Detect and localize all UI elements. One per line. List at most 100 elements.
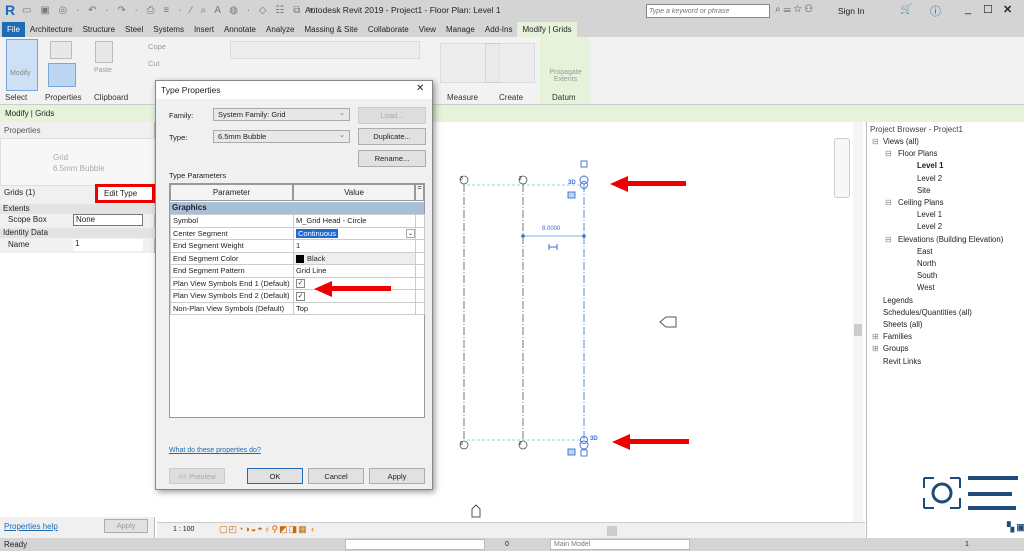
center-segment-value[interactable]: Continuous xyxy=(296,228,338,238)
binoculars-icon[interactable]: ⌕ ☰ ☆ ⚇ xyxy=(775,4,813,15)
scope-box-field[interactable]: None xyxy=(73,214,143,226)
cut-button[interactable]: Cut xyxy=(148,59,160,68)
browser-item[interactable]: Level 2 xyxy=(917,174,942,183)
search-input[interactable] xyxy=(646,4,770,18)
checkbox[interactable]: ✓ xyxy=(296,291,305,301)
tab-steel[interactable]: Steel xyxy=(120,22,148,37)
tab-add-ins[interactable]: Add-Ins xyxy=(480,22,518,37)
type-select[interactable]: 6.5mm Bubble xyxy=(213,129,350,143)
parameter-row[interactable]: End Segment Color Black xyxy=(170,251,425,265)
section-identity-data[interactable]: Identity Data xyxy=(0,228,155,238)
browser-item[interactable]: North xyxy=(917,259,936,268)
workset-dropdown[interactable] xyxy=(345,539,485,550)
browser-item[interactable]: Families xyxy=(883,332,912,341)
minimize-button[interactable]: _ xyxy=(965,3,971,15)
family-select[interactable]: System Family: Grid xyxy=(213,107,350,121)
column-toggle[interactable]: = xyxy=(415,184,424,201)
browser-item[interactable]: South xyxy=(917,271,937,280)
tab-annotate[interactable]: Annotate xyxy=(219,22,261,37)
apply-button[interactable]: Apply xyxy=(369,468,425,484)
parameter-value[interactable]: M_Grid Head - Circle xyxy=(293,214,416,228)
parameter-row[interactable]: End Segment Weight 1 xyxy=(170,239,425,253)
browser-item[interactable]: Schedules/Quantities (all) xyxy=(883,308,972,317)
preview-button[interactable]: << Preview xyxy=(169,468,225,484)
revit-logo[interactable]: R xyxy=(5,2,15,18)
browser-item[interactable]: Floor Plans xyxy=(898,149,937,158)
parameter-value[interactable]: 1 xyxy=(293,239,416,253)
parameter-row[interactable]: Plan View Symbols End 2 (Default) ✓ xyxy=(170,289,425,303)
parameter-value[interactable]: Top xyxy=(293,301,416,315)
parameter-value[interactable]: ✓ xyxy=(293,289,416,303)
tab-insert[interactable]: Insert xyxy=(189,22,219,37)
group-graphics[interactable]: Graphics xyxy=(170,202,424,214)
expand-toggle-icon[interactable]: ⊟ xyxy=(872,137,879,146)
browser-item[interactable]: Ceiling Plans xyxy=(898,198,944,207)
browser-item[interactable]: Level 1 xyxy=(917,161,943,170)
tab-structure[interactable]: Structure xyxy=(78,22,120,37)
ok-button[interactable]: OK xyxy=(247,468,303,484)
browser-item[interactable]: East xyxy=(917,247,933,256)
sign-in-link[interactable]: Sign In xyxy=(838,6,864,16)
duplicate-button[interactable]: Duplicate... xyxy=(358,128,426,145)
tab-view[interactable]: View xyxy=(414,22,441,37)
cope-button[interactable]: Cope xyxy=(148,42,166,51)
help-icon[interactable]: ⓘ xyxy=(930,3,941,19)
maximize-button[interactable]: ☐ xyxy=(983,3,993,16)
select-dropdown[interactable]: Select xyxy=(5,93,27,102)
tab-architecture[interactable]: Architecture xyxy=(25,22,78,37)
tab-manage[interactable]: Manage xyxy=(441,22,480,37)
3d-toggle[interactable]: 3D xyxy=(568,180,576,186)
vertical-scrollbar[interactable] xyxy=(853,122,863,522)
name-field[interactable]: 1 xyxy=(73,239,143,251)
expand-toggle-icon[interactable]: ⊟ xyxy=(885,149,892,158)
checkbox[interactable]: ✓ xyxy=(296,279,305,289)
dialog-close-button[interactable]: ✕ xyxy=(416,83,424,94)
navigation-bar[interactable] xyxy=(834,138,850,198)
expand-toggle-icon[interactable]: ⊟ xyxy=(885,235,892,244)
browser-item[interactable]: Revit Links xyxy=(883,357,921,366)
rename-button[interactable]: Rename... xyxy=(358,150,426,167)
selection-filter-count[interactable]: 1 xyxy=(965,538,969,551)
browser-item[interactable]: Legends xyxy=(883,296,913,305)
tab-file[interactable]: File xyxy=(2,22,25,37)
create-icons[interactable] xyxy=(485,43,535,83)
parameter-value[interactable]: Continuous ⌄ xyxy=(293,226,416,240)
paste-icon[interactable] xyxy=(95,41,113,63)
tab-systems[interactable]: Systems xyxy=(148,22,189,37)
parameter-value[interactable]: Grid Line xyxy=(293,264,416,278)
browser-item[interactable]: Level 2 xyxy=(917,222,942,231)
tab-modify-grids[interactable]: Modify | Grids xyxy=(517,22,577,37)
properties-apply-button[interactable]: Apply xyxy=(104,519,148,533)
parameter-row[interactable]: Center Segment Continuous ⌄ xyxy=(170,226,425,240)
propagate-extents-button[interactable]: Propagate Extents xyxy=(543,69,588,83)
column-header-parameter[interactable]: Parameter xyxy=(170,184,293,201)
column-header-value[interactable]: Value xyxy=(293,184,415,201)
parameter-row[interactable]: Non-Plan View Symbols (Default) Top xyxy=(170,301,425,315)
section-extents[interactable]: Extents xyxy=(0,204,155,214)
dimension-value[interactable]: 8.0000 xyxy=(542,226,560,232)
close-button[interactable]: ✕ xyxy=(1003,3,1012,16)
browser-item[interactable]: West xyxy=(917,283,935,292)
cancel-button[interactable]: Cancel xyxy=(308,468,364,484)
instance-selector[interactable]: Grids (1) xyxy=(4,188,35,197)
expand-toggle-icon[interactable]: ⊞ xyxy=(872,332,879,341)
view-scale[interactable]: 1 : 100 xyxy=(173,526,194,533)
type-properties-button[interactable] xyxy=(48,63,76,87)
edit-type-button[interactable]: Edit Type xyxy=(95,184,155,203)
browser-item[interactable]: Level 1 xyxy=(917,210,942,219)
browser-item[interactable]: Groups xyxy=(883,344,909,353)
view-control-icons[interactable]: ▢◰◔◑◒◓♁⚲◩◨▦ ‹ xyxy=(219,524,315,535)
expand-toggle-icon[interactable]: ⊟ xyxy=(885,198,892,207)
cart-icon[interactable]: 🛒 xyxy=(900,4,912,15)
tab-massing-site[interactable]: Massing & Site xyxy=(299,22,362,37)
expand-toggle-icon[interactable]: ⊞ xyxy=(872,344,879,353)
3d-toggle[interactable]: 3D xyxy=(590,436,598,442)
horizontal-scrollbar-thumb[interactable] xyxy=(607,526,617,536)
parameter-row[interactable]: Symbol M_Grid Head - Circle xyxy=(170,214,425,228)
tab-collaborate[interactable]: Collaborate xyxy=(363,22,414,37)
quick-access-toolbar[interactable]: ▭ ▣ ◎ · ↶ · ↷ · ⎙ ≡ · ⁄ ⌕ A ◍ · ◇ ☷ ⧉ ▾ xyxy=(22,5,317,16)
browser-item[interactable]: Views (all) xyxy=(883,137,919,146)
design-option-dropdown[interactable]: Main Model xyxy=(550,539,690,550)
parameter-row[interactable]: End Segment Pattern Grid Line xyxy=(170,264,425,278)
browser-item[interactable]: Sheets (all) xyxy=(883,320,922,329)
